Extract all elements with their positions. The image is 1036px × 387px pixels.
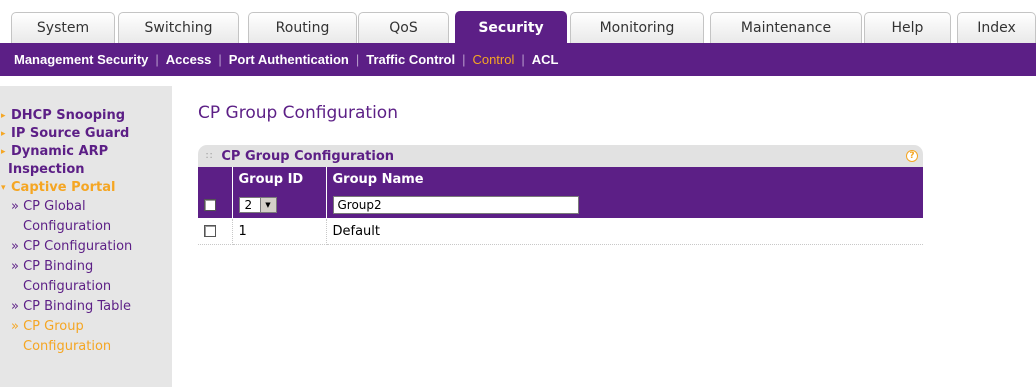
subnav-separator: | — [218, 52, 222, 67]
chevron-right-icon: ▸ — [1, 147, 6, 157]
sidebar-item-label: Captive Portal — [11, 180, 116, 195]
cp-group-table: Group ID Group Name 2 ▼ Group2 1 Default — [198, 167, 923, 245]
tab-routing[interactable]: Routing — [248, 12, 357, 43]
sidebar-item-label: DHCP Snooping — [11, 108, 126, 123]
chevron-down-icon: ▾ — [1, 183, 6, 193]
nav-spacer — [0, 76, 1036, 86]
sidebar: ▸ DHCP Snooping ▸ IP Source Guard ▸ Dyna… — [0, 86, 172, 387]
tab-qos[interactable]: QoS — [358, 12, 449, 43]
group-name-cell: Default — [326, 218, 923, 245]
chevron-right-icon: ▸ — [1, 129, 6, 139]
sidebar-item-dhcp-snooping[interactable]: ▸ DHCP Snooping — [0, 107, 172, 125]
subnav-separator: | — [521, 52, 525, 67]
subnav-port-authentication[interactable]: Port Authentication — [229, 52, 349, 67]
header-group-name: Group Name — [326, 167, 923, 192]
sidebar-link-cp-group[interactable]: » CP Group — [0, 317, 172, 337]
panel-title: CP Group Configuration — [221, 148, 395, 164]
tab-switching[interactable]: Switching — [118, 12, 239, 43]
group-id-cell: 1 — [232, 218, 327, 245]
group-id-value: 2 — [244, 197, 253, 212]
help-icon[interactable]: ? — [906, 150, 918, 162]
table-row-edit: 2 ▼ Group2 — [198, 192, 923, 219]
group-id-cell: 2 ▼ — [232, 192, 327, 219]
subnav-traffic-control[interactable]: Traffic Control — [366, 52, 455, 67]
row-select-cell — [198, 192, 233, 219]
table-header-row: Group ID Group Name — [198, 167, 923, 192]
panel-header: ∷ CP Group Configuration ? — [198, 145, 923, 167]
top-tab-bar: System Switching Routing QoS Security Mo… — [0, 0, 1036, 43]
subnav-management-security[interactable]: Management Security — [14, 52, 148, 67]
header-group-id: Group ID — [232, 167, 327, 192]
sidebar-link-cp-configuration[interactable]: » CP Configuration — [0, 237, 172, 257]
sidebar-item-label: Inspection — [8, 162, 85, 177]
group-name-cell: Group2 — [326, 192, 923, 219]
page-title: CP Group Configuration — [198, 103, 398, 123]
sidebar-link-cp-binding-table[interactable]: » CP Binding Table — [0, 297, 172, 317]
subnav-control[interactable]: Control — [472, 52, 514, 67]
sidebar-item-label: Dynamic ARP — [11, 144, 109, 159]
cp-group-panel: ∷ CP Group Configuration ? Group ID Grou… — [198, 145, 923, 245]
table-row: 1 Default — [198, 218, 923, 245]
tab-monitoring[interactable]: Monitoring — [570, 12, 704, 43]
subnav-separator: | — [462, 52, 466, 67]
row-select-cell — [198, 218, 233, 245]
subnav-separator: | — [355, 52, 360, 67]
sidebar-item-dynamic-arp[interactable]: ▸ Dynamic ARP — [0, 143, 172, 161]
dropdown-arrow-icon[interactable]: ▼ — [259, 197, 276, 212]
subnav-access[interactable]: Access — [166, 52, 212, 67]
group-id-select[interactable]: 2 ▼ — [238, 196, 277, 213]
group-name-input[interactable]: Group2 — [332, 195, 579, 214]
sidebar-link-cp-binding[interactable]: » CP Binding — [0, 257, 172, 277]
tab-help[interactable]: Help — [864, 12, 951, 43]
sidebar-item-captive-portal[interactable]: ▾ Captive Portal — [0, 179, 172, 197]
sidebar-link-cp-group-cont[interactable]: Configuration — [0, 337, 172, 357]
tab-index[interactable]: Index — [957, 12, 1036, 43]
subnav-separator: | — [155, 52, 159, 67]
chevron-right-icon: ▸ — [1, 111, 6, 121]
sidebar-link-cp-global[interactable]: » CP Global — [0, 197, 172, 217]
drag-handle-icon: ∷ — [206, 150, 212, 162]
sidebar-link-cp-binding-cont[interactable]: Configuration — [0, 277, 172, 297]
sidebar-item-dynamic-arp-cont[interactable]: Inspection — [0, 161, 172, 179]
sub-nav-bar: Management Security | Access | Port Auth… — [0, 43, 1036, 76]
header-select — [198, 167, 233, 192]
tab-security[interactable]: Security — [455, 11, 567, 43]
row-checkbox[interactable] — [204, 225, 216, 237]
tab-system[interactable]: System — [11, 12, 115, 43]
row-checkbox[interactable] — [204, 198, 216, 211]
tab-maintenance[interactable]: Maintenance — [710, 12, 862, 43]
sidebar-link-cp-global-cont[interactable]: Configuration — [0, 217, 172, 237]
sidebar-item-ip-source-guard[interactable]: ▸ IP Source Guard — [0, 125, 172, 143]
sidebar-item-label: IP Source Guard — [11, 126, 130, 141]
subnav-acl[interactable]: ACL — [532, 52, 559, 67]
